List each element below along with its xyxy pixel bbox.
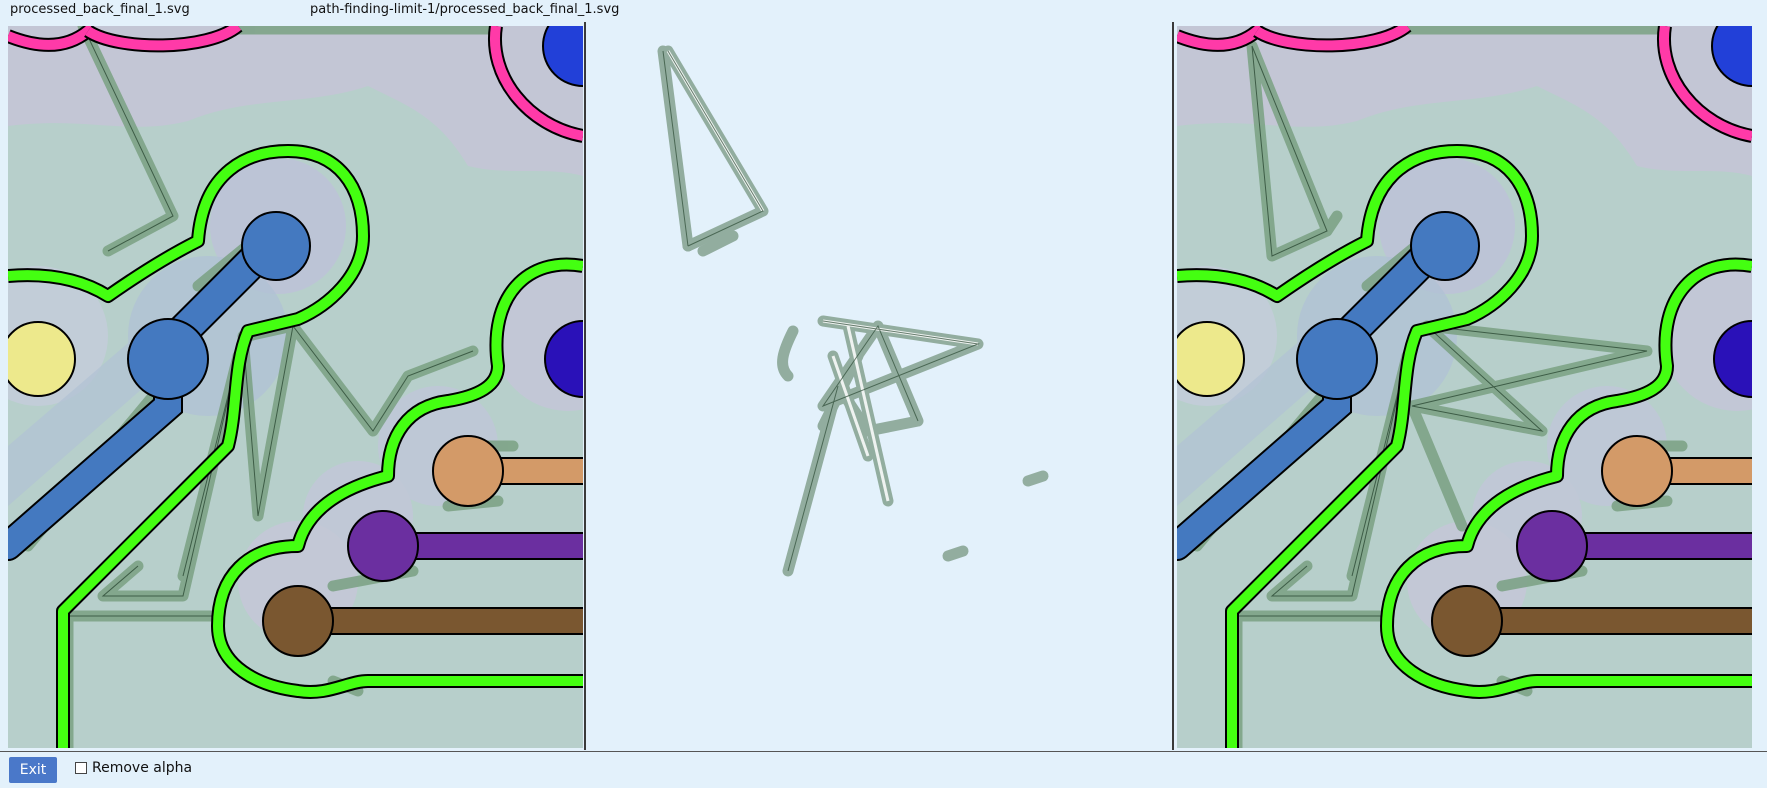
remove-alpha-toggle[interactable]: Remove alpha — [75, 760, 192, 776]
exit-button[interactable]: Exit — [9, 757, 57, 783]
diff-image-filename: path-finding-limit-1/processed_back_fina… — [310, 2, 620, 17]
diff-image-panel — [588, 26, 1170, 748]
left-image-panel — [8, 26, 583, 748]
left-board-render — [8, 26, 583, 748]
panel-divider-left — [584, 22, 586, 750]
right-board-render — [1177, 26, 1752, 748]
diff-render — [588, 26, 1170, 748]
toolbar-separator — [0, 751, 1767, 752]
right-image-panel — [1177, 26, 1752, 748]
panel-divider-right — [1172, 22, 1174, 750]
remove-alpha-checkbox[interactable] — [75, 762, 87, 774]
remove-alpha-label: Remove alpha — [92, 760, 193, 776]
left-image-filename: processed_back_final_1.svg — [10, 2, 190, 17]
